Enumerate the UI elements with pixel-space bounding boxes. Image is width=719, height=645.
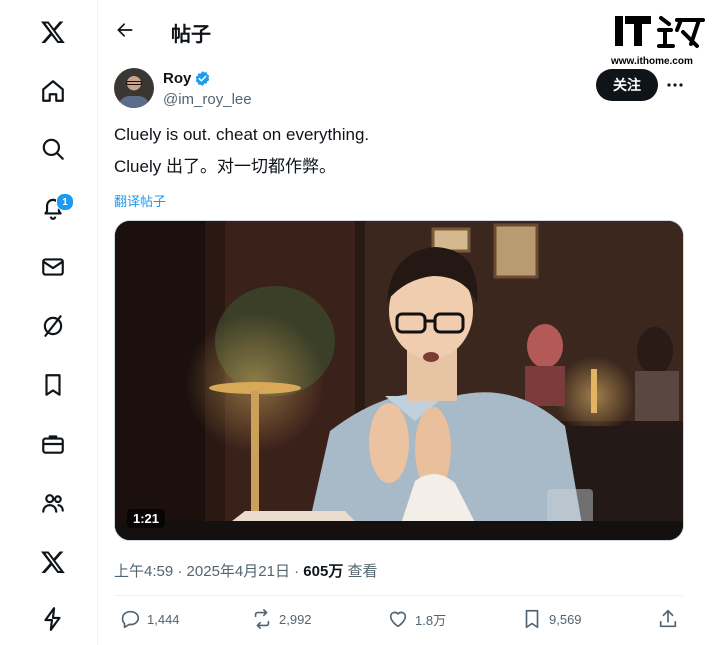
bookmark-count: 9,569 (549, 611, 582, 627)
avatar-shirt (118, 96, 150, 108)
ithome-watermark: www.ithome.com (611, 12, 711, 72)
share-button[interactable] (657, 608, 679, 630)
post-video[interactable]: 1:21 (114, 220, 684, 541)
bookmarks-icon[interactable] (29, 361, 77, 409)
follow-button[interactable]: 关注 (596, 69, 658, 101)
communities-icon[interactable] (29, 479, 77, 527)
divider (114, 595, 684, 596)
more-options-icon[interactable] (665, 76, 685, 94)
share-icon (659, 609, 677, 628)
repost-count: 2,992 (279, 611, 312, 627)
x-logo-icon[interactable] (29, 8, 77, 56)
reply-count: 1,444 (147, 611, 180, 627)
verified-badge-icon (195, 71, 210, 86)
video-duration: 1:21 (127, 509, 166, 528)
page-title: 帖子 (171, 24, 211, 46)
sidebar-nav: 1 (0, 0, 98, 645)
post-text-en: Cluely is out. cheat on everything. (114, 125, 370, 144)
jobs-icon[interactable] (29, 420, 77, 468)
watermark-url: www.ithome.com (611, 56, 693, 67)
video-frame (115, 221, 683, 540)
messages-icon[interactable] (29, 243, 77, 291)
author-avatar[interactable] (114, 68, 154, 108)
post-detail-column: 帖子 www.ithome.com Roy @im_roy_lee 关注 Clu… (99, 0, 705, 645)
meta-separator: · (177, 563, 183, 580)
premium-x-icon[interactable] (29, 538, 77, 586)
search-icon[interactable] (29, 125, 77, 173)
view-label: 查看 (347, 563, 378, 580)
view-count: 605万 (303, 563, 344, 580)
bookmark-button[interactable]: 9,569 (521, 608, 582, 630)
post-date[interactable]: 2025年4月21日 (187, 563, 290, 580)
ithome-logo-icon (615, 16, 705, 48)
author-name[interactable]: Roy (163, 70, 191, 87)
bookmark-icon (525, 609, 539, 629)
translate-post-link[interactable]: 翻译帖子 (114, 191, 166, 210)
home-icon[interactable] (29, 67, 77, 115)
notifications-icon[interactable]: 1 (29, 184, 77, 232)
heart-icon (389, 611, 407, 628)
notification-badge: 1 (56, 193, 74, 211)
grok-icon[interactable] (29, 302, 77, 350)
reply-button[interactable]: 1,444 (119, 608, 180, 630)
author-handle[interactable]: @im_roy_lee (163, 91, 252, 108)
repost-button[interactable]: 2,992 (251, 608, 312, 630)
avatar-glasses (126, 81, 142, 85)
reply-icon (121, 610, 140, 629)
like-button[interactable]: 1.8万 (387, 608, 446, 630)
meta-separator: · (294, 563, 300, 580)
like-count: 1.8万 (415, 612, 447, 628)
post-time[interactable]: 上午4:59 (114, 563, 173, 580)
post-meta: 上午4:59 · 2025年4月21日 · 605万 查看 (114, 560, 378, 581)
verified-orgs-icon[interactable] (29, 595, 77, 643)
repost-icon (254, 609, 270, 629)
post-text-zh: Cluely 出了。对一切都作弊。 (114, 157, 336, 176)
back-arrow-icon[interactable] (109, 14, 141, 46)
